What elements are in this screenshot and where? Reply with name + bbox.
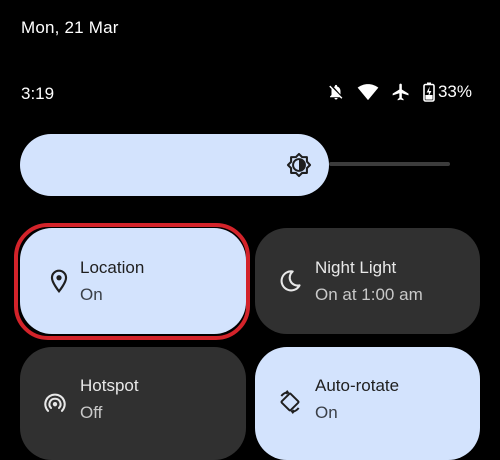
clock-time: 3:19 [21,84,55,103]
battery-status: 33% [423,82,472,102]
tile-title: Night Light [315,258,397,277]
brightness-icon [286,152,312,178]
brightness-slider-track[interactable] [329,162,450,166]
battery-percentage: 33% [437,82,472,101]
date-label: Mon, 21 Mar [21,18,119,37]
moon-icon [277,268,303,294]
tile-subtitle: On at 1:00 am [315,285,423,304]
tile-title: Auto-rotate [315,376,400,395]
airplane-mode-icon [391,82,411,102]
tile-title: Hotspot [80,376,139,395]
tile-night-light[interactable]: Night Light On at 1:00 am [255,228,480,334]
status-bar-icons: 33% [327,82,472,102]
brightness-slider[interactable] [20,134,329,196]
tile-hotspot[interactable]: Hotspot Off [20,347,246,460]
notifications-off-icon [327,83,345,101]
auto-rotate-icon [277,389,303,415]
tile-subtitle: On [80,285,103,304]
hotspot-icon [42,389,68,415]
tile-location[interactable]: Location On [20,228,246,334]
tile-title: Location [80,258,145,277]
tile-auto-rotate[interactable]: Auto-rotate On [255,347,480,460]
wifi-icon [357,83,379,101]
tile-subtitle: Off [80,403,103,422]
battery-charging-icon [423,82,435,102]
tile-subtitle: On [315,403,338,422]
location-pin-icon [46,268,72,294]
